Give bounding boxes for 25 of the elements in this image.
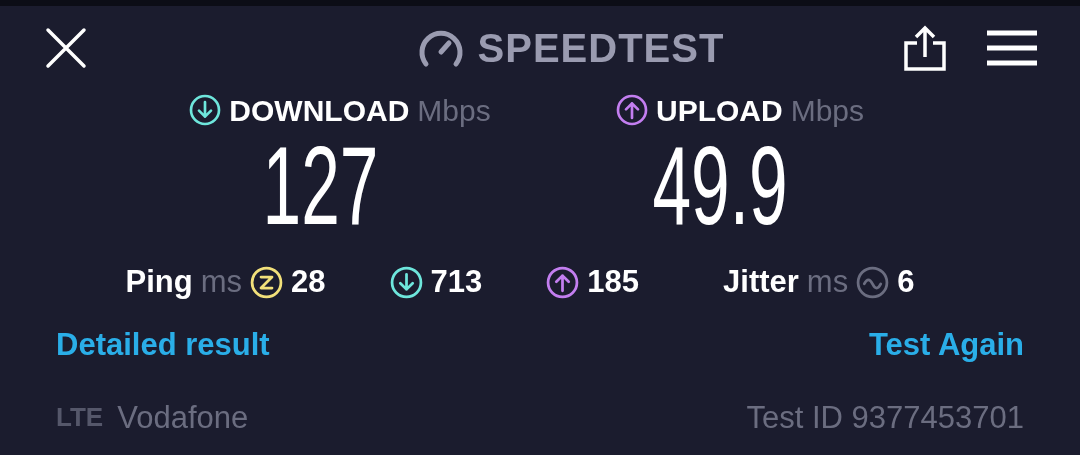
stat-value: 713 xyxy=(430,262,483,301)
app-title: SPEEDTEST xyxy=(477,25,725,72)
stat-label: Jitter xyxy=(723,262,799,301)
stat-value: 185 xyxy=(587,262,640,301)
metric-label: DOWNLOAD xyxy=(229,92,410,129)
metric-value: 127 xyxy=(262,130,378,242)
unit-label: ms xyxy=(200,262,243,301)
metric-value: 49.9 xyxy=(652,130,788,242)
share-icon xyxy=(903,25,947,71)
metric-label: UPLOAD xyxy=(656,92,783,129)
stat-label: Ping xyxy=(125,262,193,301)
test-again-link[interactable]: Test Again xyxy=(869,322,1024,369)
gauge-icon xyxy=(417,28,464,68)
close-icon xyxy=(44,26,88,70)
stat-value: 6 xyxy=(897,262,915,301)
unit-label: ms xyxy=(806,262,849,301)
carrier-name: Vodafone xyxy=(117,398,249,437)
unit-label: Mbps xyxy=(417,92,491,129)
detailed-result-link[interactable]: Detailed result xyxy=(56,322,270,369)
menu-icon xyxy=(987,30,1037,66)
stat-value: 28 xyxy=(291,262,326,301)
unit-label: Mbps xyxy=(790,92,864,129)
test-id: Test ID 9377453701 xyxy=(746,398,1024,437)
network-type: LTE xyxy=(56,401,104,435)
share-button[interactable] xyxy=(902,24,948,72)
